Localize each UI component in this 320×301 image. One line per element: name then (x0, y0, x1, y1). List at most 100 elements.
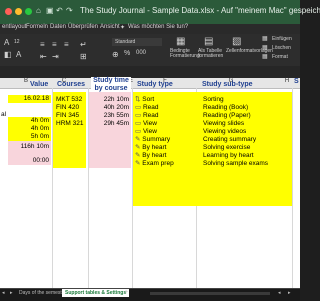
number-format-select[interactable]: Standard (112, 38, 162, 46)
study-type-row-exam-prep[interactable]: ✎ Exam prep (135, 160, 174, 168)
cell-styles-icon[interactable]: ▧ (232, 36, 241, 47)
study-type-row-by-heart-exercise[interactable]: ✎ By heart (135, 144, 166, 152)
fill-color-icon[interactable]: ◧ (4, 50, 12, 59)
menu-item-ueberpruefen[interactable]: Überprüfen (68, 24, 98, 30)
study-subtype-cell[interactable]: Learning by heart (203, 152, 254, 160)
conditional-formatting-label[interactable]: Bedingte Formatierung (170, 49, 200, 59)
minimize-window-button[interactable] (15, 8, 22, 15)
menu-item-seitenlayout[interactable]: entlayout (2, 24, 26, 30)
book-icon: ▭ (135, 104, 142, 111)
tab-scroll-right-icon[interactable]: ▸ (10, 290, 13, 296)
study-type-cell: By heart (142, 152, 167, 159)
study-subtype-cell[interactable]: Reading (Book) (203, 104, 248, 112)
study-type-row-view-slides[interactable]: ▭ View (135, 120, 157, 128)
scroll-right-arrow-icon[interactable]: ▸ (288, 290, 291, 296)
delete-cells-button[interactable]: Löschen (272, 45, 291, 51)
horizontal-scrollbar[interactable] (150, 292, 270, 295)
insert-cells-icon[interactable]: ▦ (262, 35, 268, 42)
study-type-row-view-videos[interactable]: ▭ View (135, 128, 157, 136)
study-type-row-read-paper[interactable]: ▭ Read (135, 112, 159, 120)
study-type-row-read-book[interactable]: ▭ Read (135, 104, 159, 112)
study-type-row-summary[interactable]: ✎ Summary (135, 136, 170, 144)
format-cells-icon[interactable]: ▦ (262, 53, 268, 60)
study-type-cell: By heart (142, 144, 167, 151)
tab-support-tables[interactable]: Support tables & Settings (62, 289, 130, 297)
study-subtype-cell[interactable]: Viewing videos (203, 128, 246, 136)
insert-cells-button[interactable]: Einfügen (272, 36, 292, 42)
window-title: The Study Journal - Sample Data.xlsx - A… (80, 6, 320, 15)
currency-icon[interactable]: ⊕ (112, 50, 119, 59)
grid-line (292, 88, 293, 288)
study-type-cell: View (142, 128, 157, 135)
course-cell[interactable]: MKT 532 (56, 96, 82, 104)
percent-icon[interactable]: % (124, 50, 130, 57)
header-courses: Courses (57, 81, 86, 88)
study-type-row-sort[interactable]: ⇅ Sort (135, 96, 154, 104)
add-sheet-button[interactable]: + (124, 289, 128, 296)
format-as-table-label[interactable]: Als Tabelle formatieren (198, 49, 226, 59)
redo-icon[interactable]: ↷ (66, 6, 73, 15)
study-subtype-cell[interactable]: Creating summary (203, 136, 256, 144)
home-icon[interactable]: ⌂ (36, 6, 41, 15)
study-time-cell[interactable]: 23h 55m (89, 112, 129, 120)
header-study-time: Study time by course (91, 77, 131, 93)
value-cell[interactable]: 116h 10m (8, 143, 51, 151)
value-cell[interactable]: 4h 0m (8, 125, 51, 133)
study-time-cell[interactable]: 29h 45m (89, 120, 129, 128)
study-subtype-cell[interactable]: Solving sample exams (203, 160, 268, 168)
study-subtype-cell[interactable]: Reading (Paper) (203, 112, 251, 120)
tab-scroll-left-icon[interactable]: ◂ (2, 290, 5, 296)
font-color-icon[interactable]: A (16, 50, 21, 59)
indent-decrease-icon[interactable]: ⇤ (40, 52, 47, 61)
course-cell[interactable]: FIN 420 (56, 104, 79, 112)
save-icon[interactable]: ▣ (46, 6, 54, 15)
paper-icon: ▭ (135, 112, 142, 119)
column-header-h[interactable]: H (282, 78, 292, 84)
study-type-cell: Summary (142, 136, 171, 143)
format-as-table-icon[interactable]: ▤ (204, 36, 213, 47)
slides-icon: ▭ (135, 120, 142, 127)
zoom-window-button[interactable] (25, 8, 32, 15)
menu-item-formeln[interactable]: Formeln (26, 24, 48, 30)
value-cell[interactable]: 00:00 (8, 157, 51, 165)
course-cell[interactable]: HRM 321 (56, 120, 83, 128)
study-subtype-cell[interactable]: Solving exercise (203, 144, 250, 152)
align-center-icon[interactable]: ≡ (52, 40, 57, 49)
video-icon: ▭ (135, 128, 142, 135)
header-study-subtype: Study sub-type (202, 81, 253, 88)
study-time-cell[interactable]: 22h 10m (89, 96, 129, 104)
header-value: Value (30, 81, 49, 88)
thousands-icon[interactable]: 000 (136, 50, 146, 56)
align-right-icon[interactable]: ≡ (64, 40, 69, 49)
font-grow-icon[interactable]: A (4, 38, 9, 47)
course-cell[interactable]: FIN 345 (56, 112, 79, 120)
study-time-cell[interactable]: 40h 20m (89, 104, 129, 112)
tell-me-search[interactable]: Was möchten Sie tun? (128, 24, 188, 30)
brain-icon: ✎ (135, 152, 141, 159)
cell-styles-label[interactable]: Zellenformatvorlagen (226, 49, 273, 54)
study-type-cell: Read (142, 104, 159, 111)
indent-increase-icon[interactable]: ⇥ (52, 52, 59, 61)
lightbulb-icon: ✦ (120, 25, 126, 31)
conditional-formatting-icon[interactable]: ▦ (176, 36, 185, 47)
menu-item-ansicht[interactable]: Ansicht (100, 24, 120, 30)
value-cell[interactable]: 4h 0m (8, 117, 51, 125)
wrap-text-icon[interactable]: ↵ (80, 40, 87, 49)
scroll-left-arrow-icon[interactable]: ◂ (278, 290, 281, 296)
value-cell[interactable]: 5h 0m (8, 133, 51, 141)
undo-icon[interactable]: ↶ (56, 6, 63, 15)
exam-icon: ✎ (135, 160, 141, 167)
menu-item-daten[interactable]: Daten (50, 24, 66, 30)
font-size-select[interactable]: 12 (14, 39, 20, 45)
close-window-button[interactable] (5, 8, 12, 15)
value-cell[interactable]: 16.02.18 (8, 95, 51, 103)
header-s: S (294, 78, 299, 85)
merge-cells-icon[interactable]: ⊞ (80, 52, 87, 61)
align-left-icon[interactable]: ≡ (40, 40, 45, 49)
delete-cells-icon[interactable]: ▦ (262, 44, 268, 51)
study-type-cell: Read (142, 112, 159, 119)
study-subtype-cell[interactable]: Viewing slides (203, 120, 244, 128)
study-subtype-cell[interactable]: Sorting (203, 96, 224, 104)
format-cells-button[interactable]: Format (272, 54, 288, 60)
study-type-row-by-heart-learning[interactable]: ✎ By heart (135, 152, 166, 160)
